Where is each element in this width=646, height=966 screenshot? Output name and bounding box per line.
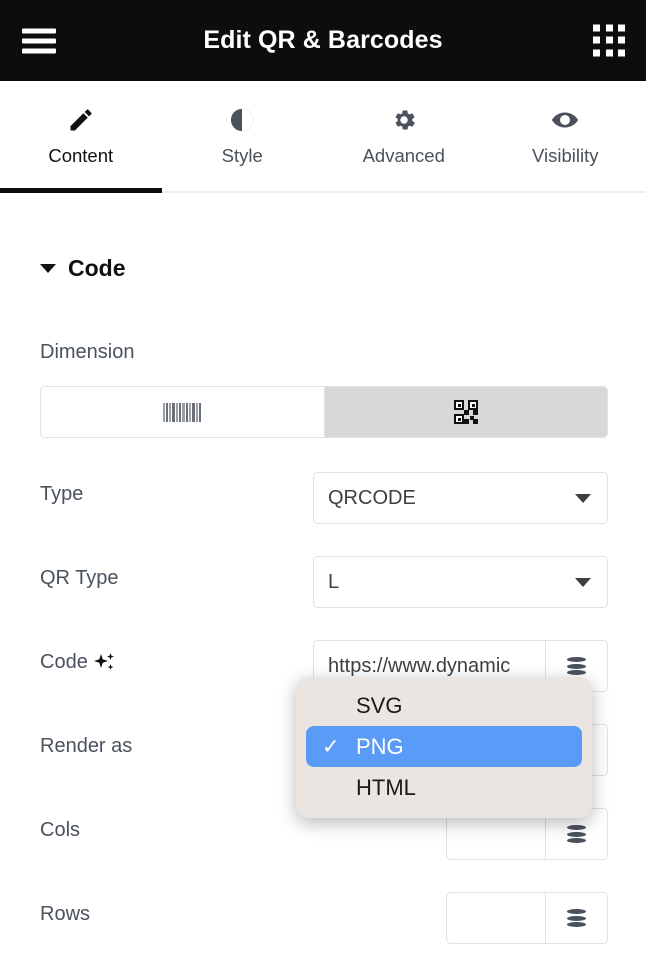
type-select[interactable]: QRCODE	[313, 472, 608, 524]
render-as-dropdown-menu: SVG ✓ PNG HTML	[296, 677, 592, 818]
database-icon	[567, 657, 586, 675]
grid-cell	[618, 24, 626, 31]
dropdown-option-label: HTML	[356, 774, 416, 800]
bar	[166, 402, 169, 422]
bar	[179, 402, 182, 422]
sparkles-icon	[93, 652, 117, 674]
gear-icon	[390, 105, 418, 135]
label-rows: Rows	[40, 903, 91, 925]
tab-visibility[interactable]: Visibility	[485, 81, 646, 191]
pencil-icon	[67, 105, 95, 135]
grid-cell	[593, 36, 600, 44]
bar	[192, 402, 196, 422]
tab-content[interactable]: Content	[0, 81, 162, 193]
chevron-down-icon	[575, 577, 591, 587]
qr-type-select-value: L	[328, 570, 340, 593]
label-dimension: Dimension	[40, 341, 135, 363]
type-select-value: QRCODE	[328, 486, 416, 509]
tab-label: Style	[221, 145, 263, 166]
rows-input[interactable]	[447, 893, 545, 943]
db-disk	[567, 922, 586, 927]
tab-label: Visibility	[532, 145, 599, 166]
qr-eye	[467, 400, 478, 410]
bar	[182, 402, 186, 422]
tab-advanced[interactable]: Advanced	[323, 81, 485, 191]
bar	[169, 402, 172, 422]
page-title: Edit QR & Barcodes	[203, 26, 443, 54]
qr-module	[469, 416, 474, 420]
label-render-as: Render as	[40, 735, 133, 757]
barcode-icon	[163, 402, 202, 422]
eye-icon	[550, 105, 580, 135]
grid-cell	[618, 36, 626, 44]
section-title: Code	[68, 255, 126, 281]
bar	[189, 402, 192, 422]
tab-label: Advanced	[362, 145, 445, 166]
grid-cell	[605, 36, 613, 44]
dimension-segmented-control	[40, 386, 608, 438]
bar	[172, 402, 176, 422]
tab-label: Content	[48, 145, 114, 166]
tab-bar: Content Style Advanced Visibility	[0, 81, 646, 193]
database-icon	[567, 825, 586, 843]
grid-cell	[605, 24, 613, 31]
qr-eye	[453, 400, 464, 410]
db-disk	[567, 825, 586, 830]
chevron-down-icon	[40, 264, 56, 273]
qr-module	[463, 410, 469, 415]
bar	[186, 402, 189, 422]
label-code-text: Code	[40, 651, 88, 673]
chevron-down-icon	[575, 493, 591, 503]
label-code: Code	[40, 651, 117, 674]
grid-cell	[593, 24, 600, 31]
db-disk	[567, 915, 586, 921]
database-icon	[567, 909, 586, 927]
check-icon: ✓	[322, 735, 340, 758]
app-screen: Edit QR & Barcodes Content Style Advance…	[0, 0, 646, 966]
db-disk	[567, 831, 586, 837]
dimension-option-barcode[interactable]	[41, 387, 324, 437]
grid-cell	[605, 49, 613, 57]
content-panel: Code Dimension Type QRCODE QR Type L Cod…	[0, 195, 646, 966]
qr-type-select[interactable]: L	[313, 556, 608, 608]
grid-cell	[618, 49, 626, 57]
dropdown-option-label: PNG	[356, 733, 404, 759]
bar	[199, 402, 202, 422]
dropdown-option-html[interactable]: HTML	[306, 767, 582, 808]
tab-style[interactable]: Style	[162, 81, 324, 191]
dropdown-option-png[interactable]: ✓ PNG	[306, 726, 582, 767]
dimension-option-qrcode[interactable]	[323, 387, 607, 437]
db-disk	[567, 670, 586, 675]
rows-dynamic-button[interactable]	[545, 893, 607, 943]
bar	[163, 402, 166, 422]
label-type: Type	[40, 483, 84, 505]
label-cols: Cols	[40, 819, 81, 841]
rows-input-group	[446, 892, 608, 944]
contrast-icon	[228, 105, 256, 135]
qr-module	[463, 419, 469, 424]
db-disk	[567, 663, 586, 669]
grid-apps-icon[interactable]	[593, 24, 626, 57]
app-header: Edit QR & Barcodes	[0, 0, 646, 81]
section-header-code[interactable]: Code	[40, 255, 126, 282]
bar	[176, 402, 179, 422]
bar	[196, 402, 199, 422]
dropdown-option-svg[interactable]: SVG	[306, 685, 582, 726]
qr-eye	[453, 414, 464, 424]
db-disk	[567, 838, 586, 843]
db-disk	[567, 657, 586, 662]
label-qr-type: QR Type	[40, 567, 119, 589]
qr-module	[472, 410, 478, 415]
dropdown-option-label: SVG	[356, 692, 403, 718]
db-disk	[567, 909, 586, 914]
grid-cell	[593, 49, 600, 57]
qrcode-icon	[453, 400, 478, 424]
